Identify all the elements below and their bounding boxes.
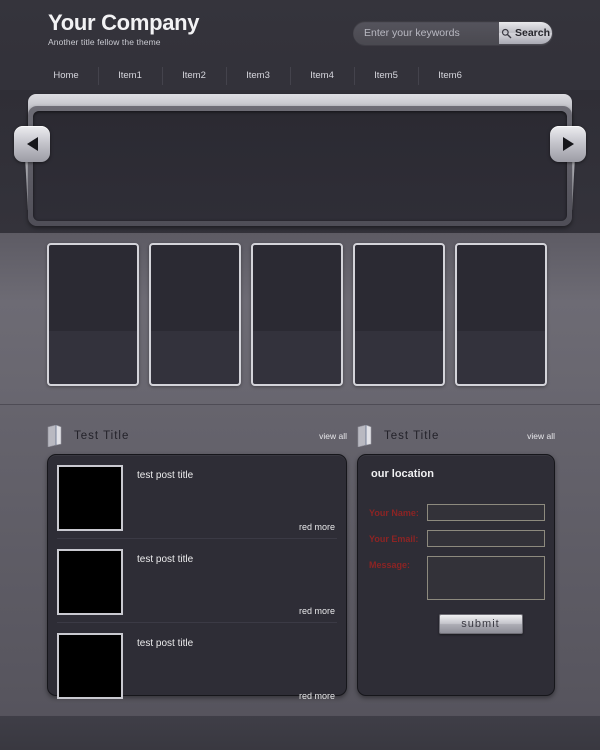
- message-field[interactable]: [427, 556, 545, 600]
- nav-item-item1[interactable]: Item1: [98, 62, 162, 90]
- post-thumbnail[interactable]: [57, 549, 123, 615]
- submit-button[interactable]: submit: [438, 614, 523, 634]
- nav-item-item5[interactable]: Item5: [354, 62, 418, 90]
- slider-prev-button[interactable]: [14, 126, 50, 162]
- form-row-name: Your Name:: [369, 504, 554, 521]
- book-icon: [47, 425, 62, 447]
- thumbnail-item[interactable]: [47, 243, 139, 386]
- form-row-message: Message:: [369, 556, 554, 600]
- section-title-right: Test Title: [384, 430, 440, 442]
- form-row-email: Your Email:: [369, 530, 554, 547]
- email-label: Your Email:: [369, 534, 419, 544]
- section-header-right: Test Title view all: [357, 419, 555, 453]
- search-input[interactable]: [353, 22, 499, 44]
- thumbnail-row: [47, 243, 547, 386]
- brand-title: Your Company: [48, 10, 200, 35]
- nav-item-item2[interactable]: Item2: [162, 62, 226, 90]
- search-button[interactable]: Search: [499, 22, 552, 44]
- slider-frame: [28, 106, 572, 226]
- post-thumbnail[interactable]: [57, 633, 123, 699]
- email-field[interactable]: [427, 530, 545, 547]
- main-nav: Home Item1 Item2 Item3 Item4 Item5 Item6: [0, 62, 600, 90]
- brand-subtitle: Another title fellow the theme: [48, 37, 161, 47]
- post-title[interactable]: test post title: [137, 470, 337, 481]
- post-title[interactable]: test post title: [137, 638, 337, 649]
- submit-row: submit: [369, 614, 554, 634]
- contact-form: Your Name: Your Email: Message: submit: [369, 504, 554, 634]
- location-panel-title: our location: [371, 468, 434, 480]
- read-more-link[interactable]: red more: [299, 606, 335, 616]
- nav-item-item4[interactable]: Item4: [290, 62, 354, 90]
- post-body: test post title red more: [123, 461, 337, 538]
- thumbnail-item[interactable]: [251, 243, 343, 386]
- name-field[interactable]: [427, 504, 545, 521]
- post-body: test post title red more: [123, 629, 337, 707]
- nav-item-item3[interactable]: Item3: [226, 62, 290, 90]
- view-all-right[interactable]: view all: [527, 431, 555, 441]
- post-thumbnail[interactable]: [57, 465, 123, 531]
- page-root: Your Company Another title fellow the th…: [0, 0, 600, 750]
- search-button-label: Search: [514, 27, 551, 39]
- post-list-item[interactable]: test post title red more: [57, 629, 337, 707]
- slider-stage[interactable]: [33, 111, 567, 221]
- site-header: Your Company Another title fellow the th…: [0, 0, 600, 62]
- slider-next-button[interactable]: [550, 126, 586, 162]
- nav-item-item6[interactable]: Item6: [418, 62, 482, 90]
- magnifier-icon: [501, 28, 512, 38]
- post-list-item[interactable]: test post title red more: [57, 545, 337, 623]
- thumbnail-item[interactable]: [455, 243, 547, 386]
- search-bar: Search: [353, 21, 553, 45]
- read-more-link[interactable]: red more: [299, 522, 335, 532]
- read-more-link[interactable]: red more: [299, 691, 335, 701]
- post-list-item[interactable]: test post title red more: [57, 461, 337, 539]
- location-panel: our location Your Name: Your Email: Mess…: [357, 454, 555, 696]
- thumbnail-strip: [0, 233, 600, 405]
- arrow-left-icon: [26, 137, 38, 151]
- hero-slider: [0, 90, 600, 233]
- message-label: Message:: [369, 560, 411, 570]
- name-label: Your Name:: [369, 508, 419, 518]
- posts-panel: test post title red more test post title…: [47, 454, 347, 701]
- section-title-left: Test Title: [74, 430, 130, 442]
- content-area: Test Title view all Test Title view all …: [0, 405, 600, 715]
- view-all-left[interactable]: view all: [319, 431, 347, 441]
- book-icon: [357, 425, 372, 447]
- thumbnail-item[interactable]: [149, 243, 241, 386]
- arrow-right-icon: [562, 137, 574, 151]
- post-body: test post title red more: [123, 545, 337, 622]
- post-title[interactable]: test post title: [137, 554, 337, 565]
- thumbnail-item[interactable]: [353, 243, 445, 386]
- section-header-left: Test Title view all: [47, 419, 347, 453]
- nav-item-home[interactable]: Home: [34, 62, 98, 90]
- site-footer: [0, 715, 600, 750]
- brand[interactable]: Your Company Another title fellow the th…: [48, 10, 200, 48]
